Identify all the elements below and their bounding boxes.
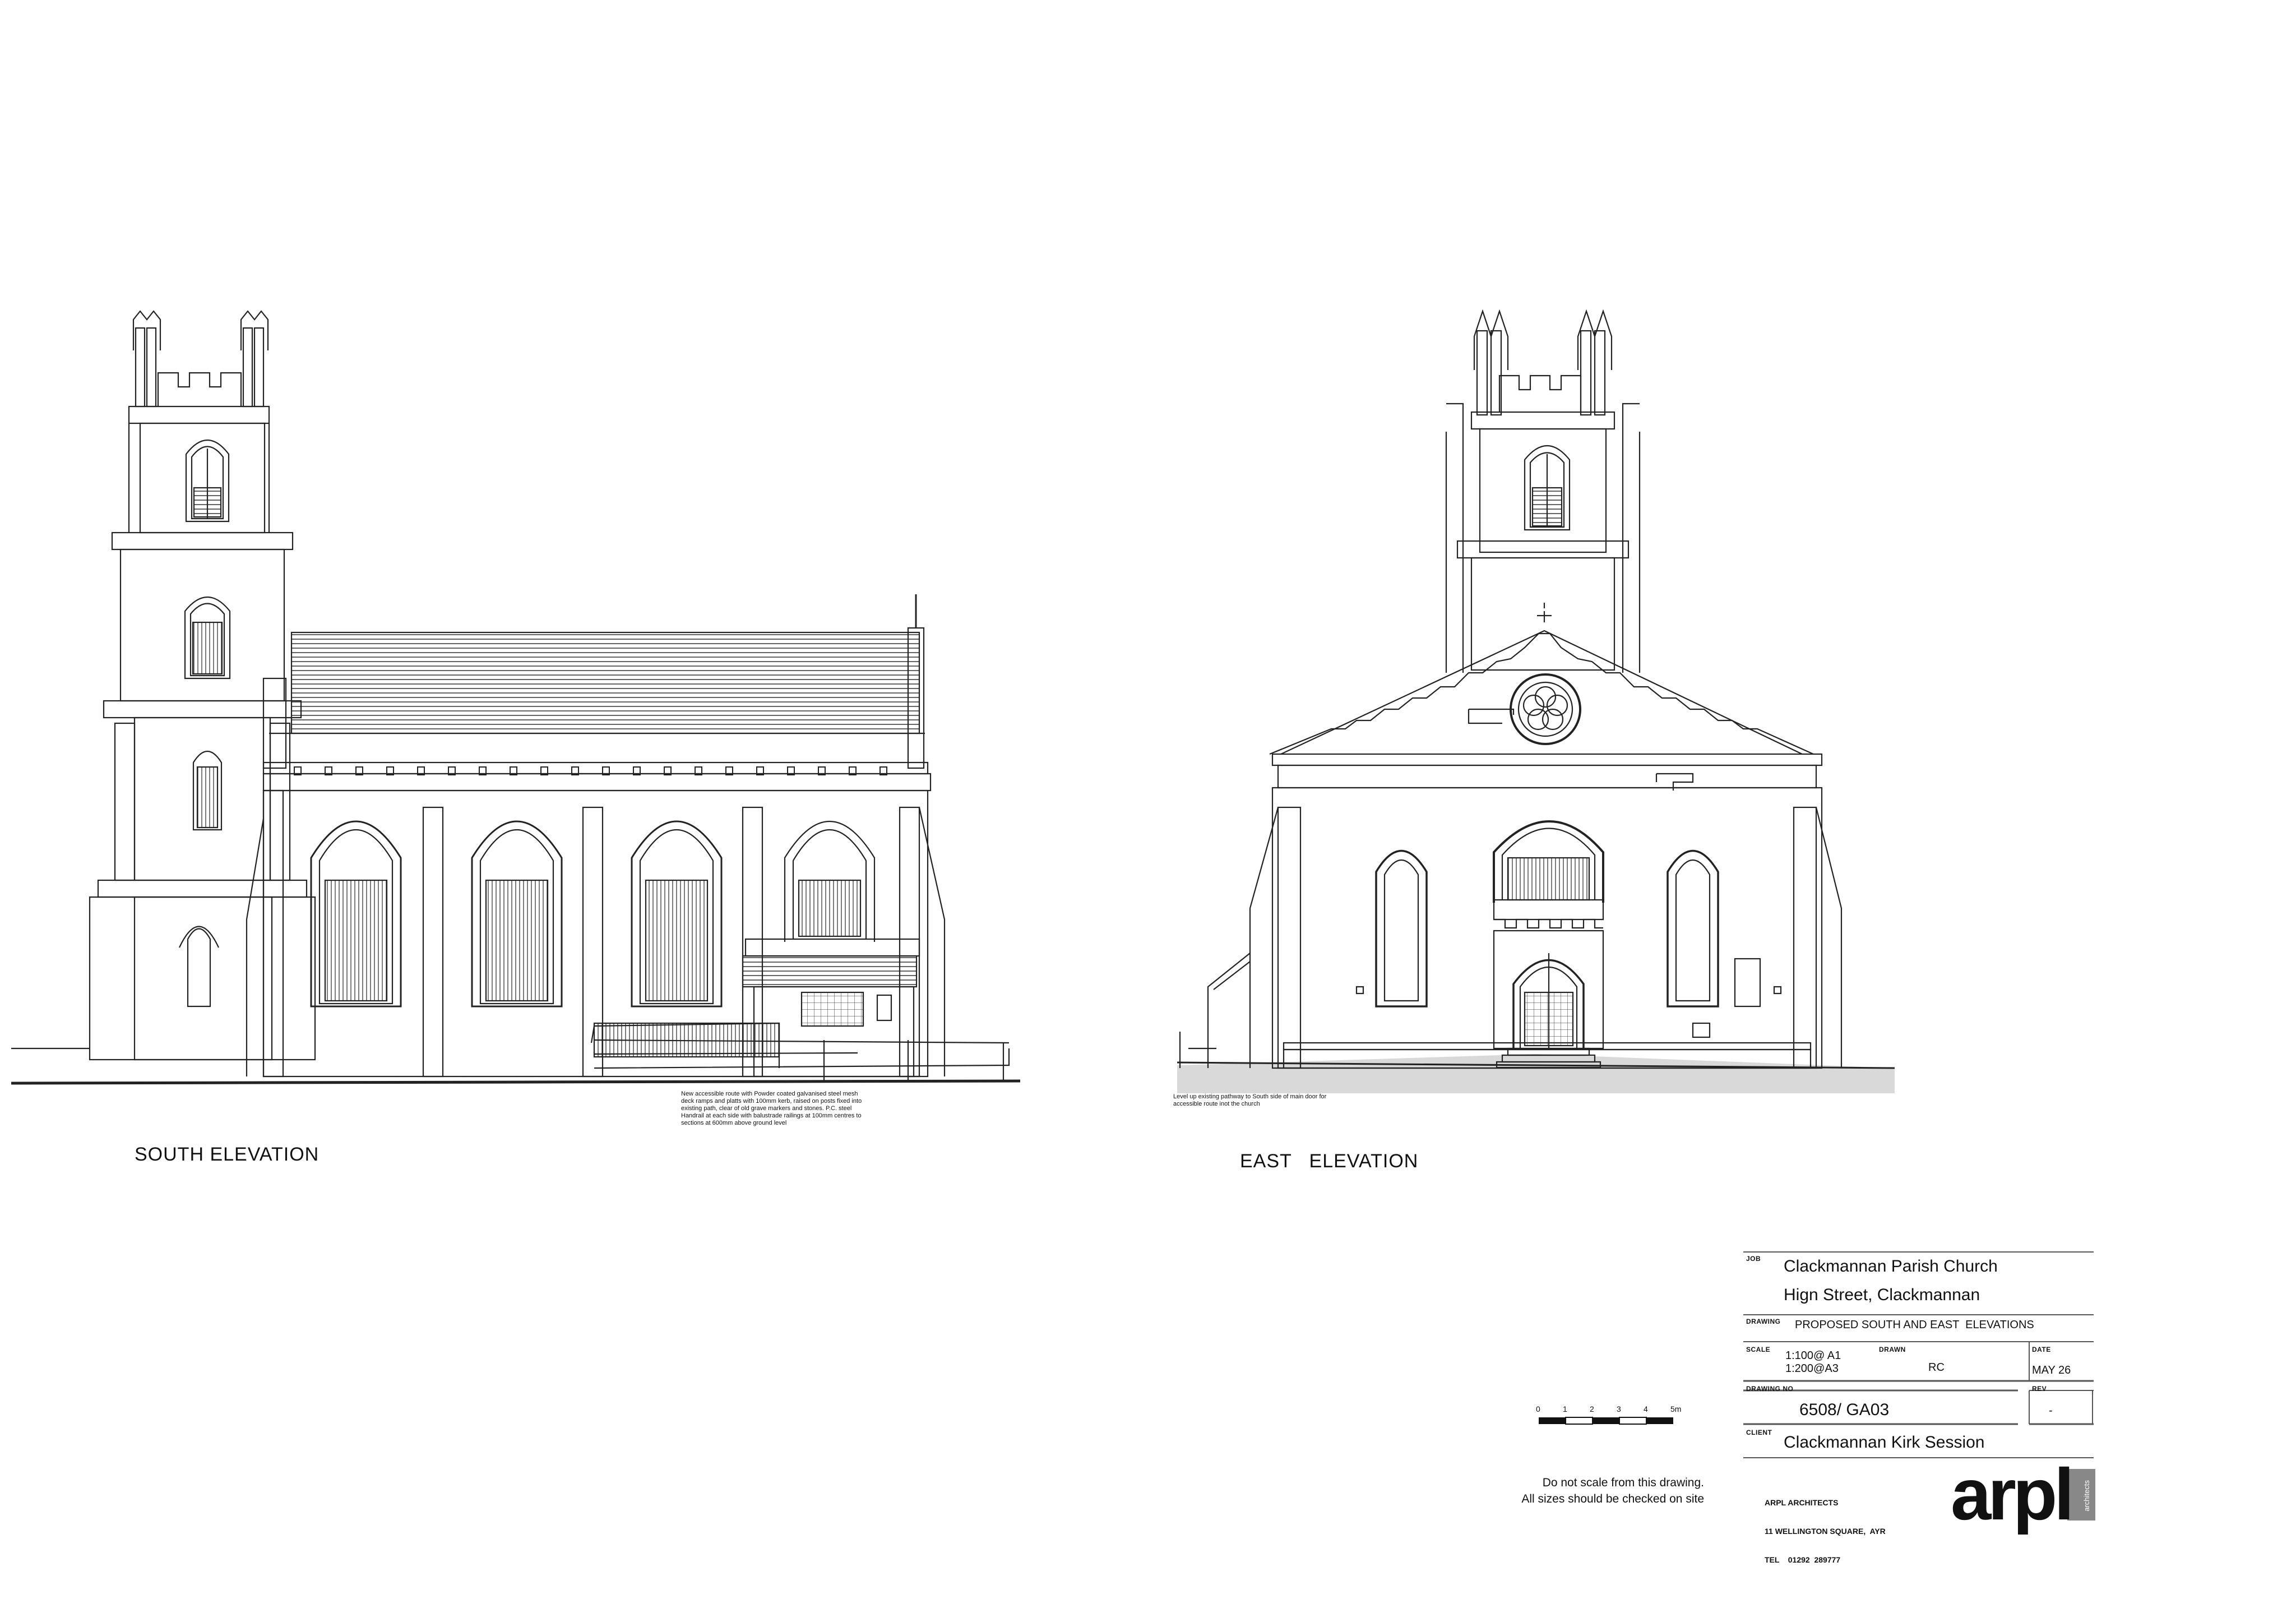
drawing-no-value: 6508/ GA03 <box>1799 1401 1890 1419</box>
east-elevation-title: EAST ELEVATION <box>1240 1150 1419 1172</box>
east-elevation-note: Level up existing pathway to South side … <box>1173 1093 1327 1107</box>
job-address: Hign Street, Clackmannan <box>1784 1286 1980 1304</box>
scale-field-label: SCALE <box>1746 1346 1771 1353</box>
drawing-label: DRAWING <box>1746 1318 1781 1325</box>
logo-tag-box <box>2067 1469 2095 1521</box>
client-value: Clackmannan Kirk Session <box>1784 1433 1985 1452</box>
client-label: CLIENT <box>1746 1429 1772 1436</box>
disclaimer-line-2: All sizes should be checked on site <box>1521 1492 1704 1505</box>
south-elevation-title: SOUTH ELEVATION <box>135 1144 320 1165</box>
drawing-title: PROPOSED SOUTH AND EAST ELEVATIONS <box>1795 1319 2034 1331</box>
east-central-window-door <box>1493 820 1604 1069</box>
scale-label: 1 <box>1563 1404 1567 1413</box>
disclaimer: Do not scale from this drawing. All size… <box>1435 1475 1704 1507</box>
drawn-label: DRAWN <box>1879 1346 1906 1353</box>
east-tower <box>1445 309 1641 673</box>
firm-phone: TEL 01292 289777 <box>1765 1555 1841 1564</box>
south-tower <box>89 310 316 1061</box>
date-label: DATE <box>2032 1346 2051 1353</box>
firm-street: 11 WELLINGTON SQUARE, AYR <box>1765 1527 1886 1536</box>
drawn-value: RC <box>1928 1361 1945 1374</box>
rev-value: - <box>2049 1404 2053 1417</box>
rev-label: REV <box>2032 1385 2047 1393</box>
job-name: Clackmannan Parish Church <box>1784 1257 1998 1276</box>
scale-a3: 1:200@A3 <box>1785 1362 1839 1375</box>
arpl-logo: arpl <box>1951 1453 2074 1535</box>
date-value: MAY 26 <box>2032 1364 2071 1376</box>
scale-label: 4 <box>1644 1404 1648 1413</box>
scale-label: 3 <box>1617 1404 1621 1413</box>
disclaimer-line-1: Do not scale from this drawing. <box>1542 1476 1704 1489</box>
south-elevation-note: New accessible route with Powder coated … <box>681 1090 862 1126</box>
arpl-logo-tag: architects <box>2082 1480 2091 1512</box>
south-nave-roof <box>262 594 925 769</box>
firm-address: ARPL ARCHITECTS 11 WELLINGTON SQUARE, AY… <box>1765 1479 1886 1584</box>
drawing-no-label: DRAWING NO <box>1746 1385 1794 1393</box>
east-body <box>1179 753 1843 1069</box>
east-gable <box>1269 603 1814 791</box>
job-label: JOB <box>1746 1255 1761 1263</box>
east-elevation-drawing <box>1177 309 1895 1093</box>
south-elevation-drawing <box>11 310 1021 1085</box>
drawing-sheet <box>11 309 2095 1521</box>
scale-label: 5m <box>1670 1404 1682 1413</box>
scale-label: 2 <box>1590 1404 1594 1413</box>
scale-a1: 1:100@ A1 <box>1785 1350 1841 1362</box>
firm-name: ARPL ARCHITECTS <box>1765 1498 1839 1507</box>
scale-bar <box>1539 1417 1673 1425</box>
scale-label: 0 <box>1536 1404 1540 1413</box>
